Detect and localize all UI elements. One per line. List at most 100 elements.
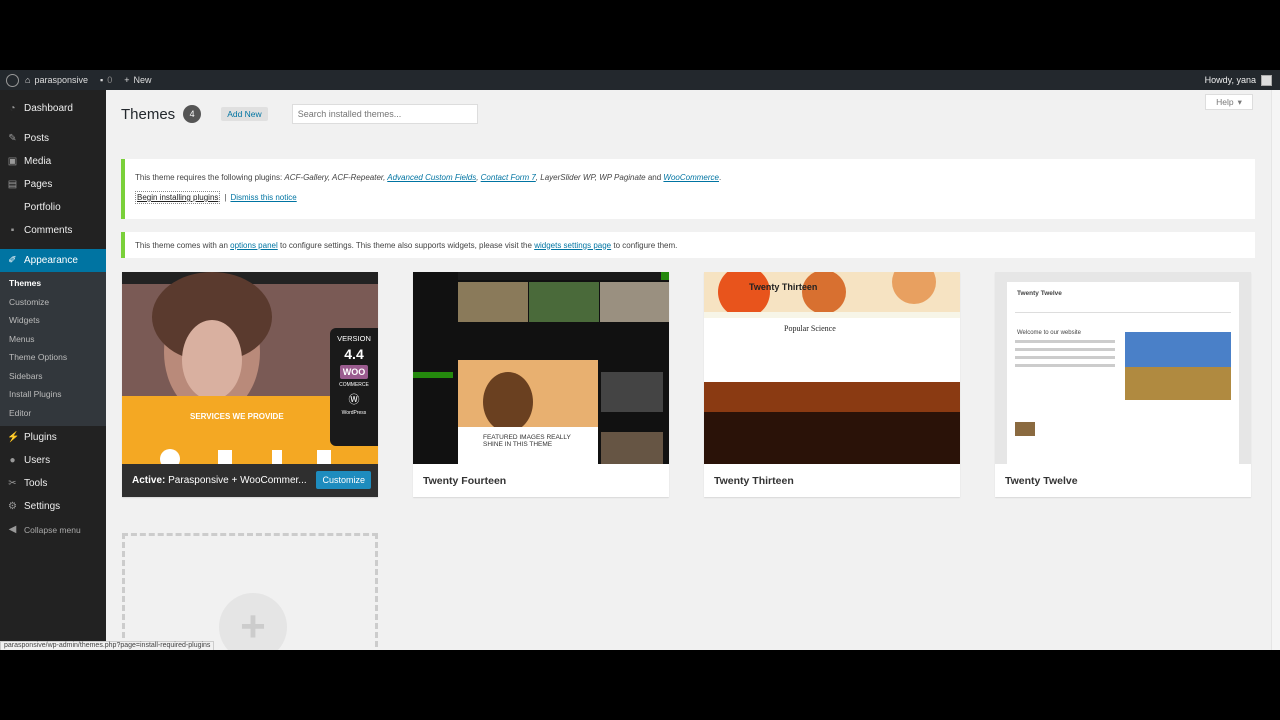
theme-name-bar: Active: Parasponsive + WooCommer... Cust… [122,464,378,497]
collapse-menu-button[interactable]: ◀ Collapse menu [0,518,106,541]
howdy-label: Howdy, yana [1204,75,1256,85]
site-name-link[interactable]: ⌂ parasponsive [19,70,94,90]
woocommerce-link[interactable]: WooCommerce [663,173,719,182]
theme-screenshot: SERVICES WE PROVIDE VERSION 4.4 WOO COMM… [122,272,378,464]
theme-name-bar: Twenty Thirteen [704,464,960,497]
widgets-settings-link[interactable]: widgets settings page [534,241,611,250]
wordpress-logo-icon[interactable] [6,73,19,87]
sidebar-item-comments[interactable]: ▪ Comments [0,219,106,242]
sidebar-item-label: Tools [24,478,48,489]
letterbox-bottom [0,650,1280,720]
add-new-theme-card[interactable]: + [122,533,378,650]
theme-card-twenty-fourteen[interactable]: FEATURED IMAGES REALLY SHINE IN THIS THE… [413,272,669,497]
preview-site-title: Twenty Twelve [1017,290,1062,297]
customize-button[interactable]: Customize [316,471,371,489]
action-separator: | [224,193,227,202]
page-title: Themes [121,105,176,123]
theme-name: Parasponsive + WooCommer... [168,475,307,486]
main-content: Help ▾ Themes 4 Add New This theme requi… [106,90,1271,650]
page-scrollbar[interactable] [1271,90,1280,650]
sidebar-item-settings[interactable]: ⚙ Settings [0,495,106,518]
notice-text-part: to configure settings. This theme also s… [277,240,535,250]
twenty-twelve-preview [995,272,1251,464]
sidebar-item-media[interactable]: ▣ Media [0,150,106,173]
dismiss-notice-link[interactable]: Dismiss this notice [230,193,296,202]
pin-icon: ✎ [8,133,17,144]
theme-name-bar: Twenty Fourteen [413,464,669,497]
theme-options-notice: This theme comes with an options panel t… [121,232,1255,258]
search-input[interactable] [291,104,478,124]
active-label: Active: [132,475,166,486]
new-label: New [133,75,152,85]
avatar [1261,74,1272,86]
sidebar-item-dashboard[interactable]: ◔ Dashboard [0,97,106,120]
theme-card-parasponsive[interactable]: SERVICES WE PROVIDE VERSION 4.4 WOO COMM… [122,272,378,497]
comments-link[interactable]: ▪ 0 [94,70,118,90]
status-bar-url: parasponsive/wp-admin/themes.php?page=in… [0,641,215,650]
preview-site-title: Twenty Thirteen [749,282,818,292]
sidebar-item-label: Posts [24,133,50,144]
sidebar-item-label: Dashboard [24,103,73,114]
submenu-item-sidebars[interactable]: Sidebars [0,368,106,387]
contact-form-7-link[interactable]: Contact Form 7 [481,173,536,182]
appearance-submenu: Themes Customize Widgets Menus Theme Opt… [0,272,106,426]
collapse-arrow-icon: ◀ [8,524,17,535]
theme-count-badge: 4 [183,105,202,123]
add-new-button[interactable]: Add New [221,107,268,121]
admin-sidebar: ◔ Dashboard ✎ Posts ▣ Media ▤ Pages Portfoli… [0,90,106,650]
theme-name-bar: Twenty Twelve [995,464,1251,497]
preview-welcome: Welcome to our website [1017,330,1081,336]
sidebar-item-portfolio[interactable]: Portfolio [0,196,106,219]
woo-commerce-label: COMMERCE [339,382,369,388]
theme-card-twenty-twelve[interactable]: Twenty Twelve Welcome to our website Twe… [995,272,1251,497]
notice-text-part: This theme comes with an [135,240,231,250]
submenu-item-theme-options[interactable]: Theme Options [0,349,106,368]
wordpress-icon: Ⓦ [348,394,360,406]
notice-text-part: ACF-Gallery, ACF-Repeater, [284,173,388,182]
submenu-item-widgets[interactable]: Widgets [0,312,106,331]
required-plugins-notice: This theme requires the following plugin… [121,159,1255,219]
sidebar-item-tools[interactable]: ✂ Tools [0,472,106,495]
theme-card-twenty-thirteen[interactable]: Twenty Thirteen Popular Science Twenty T… [704,272,960,497]
admin-bar: ⌂ parasponsive ▪ 0 + New Howdy, yana [0,70,1280,90]
sidebar-item-users[interactable]: ● Users [0,449,106,472]
media-icon: ▣ [7,156,18,167]
preview-headline: FEATURED IMAGES REALLY SHINE IN THIS THE… [483,434,571,448]
comments-count: 0 [107,75,113,85]
plus-icon: + [124,75,130,85]
notice-text-part: , LayerSlider WP, WP Paginate [535,173,646,182]
help-label: Help [1216,97,1234,107]
site-name-label: parasponsive [34,75,88,85]
submenu-item-editor[interactable]: Editor [0,405,106,424]
options-panel-link[interactable]: options panel [230,241,278,250]
sidebar-item-appearance[interactable]: ✐ Appearance [0,249,106,272]
begin-installing-plugins-link[interactable]: Begin installing plugins [135,191,221,204]
submenu-item-install-plugins[interactable]: Install Plugins [0,386,106,405]
sidebar-item-label: Portfolio [24,202,61,213]
submenu-item-themes[interactable]: Themes [0,275,106,294]
sidebar-item-pages[interactable]: ▤ Pages [0,173,106,196]
twenty-thirteen-preview [704,272,960,464]
sidebar-item-posts[interactable]: ✎ Posts [0,127,106,150]
advanced-custom-fields-link[interactable]: Advanced Custom Fields [387,173,476,182]
notice-text-part: . [719,173,722,182]
new-content-link[interactable]: + New [118,70,157,90]
submenu-item-customize[interactable]: Customize [0,294,106,313]
sidebar-item-plugins[interactable]: ⚡ Plugins [0,426,106,449]
pages-icon: ▤ [7,179,18,190]
my-account-link[interactable]: Howdy, yana [1204,74,1280,86]
theme-screenshot: Twenty Thirteen Popular Science [704,272,960,464]
version-label: VERSION [337,334,371,343]
sidebar-item-label: Users [24,455,51,466]
plus-icon: + [219,593,287,650]
brush-icon: ✐ [8,255,17,266]
sidebar-item-label: Settings [24,501,61,512]
home-icon: ⌂ [25,75,31,85]
sidebar-item-label: Media [24,156,52,167]
help-tab[interactable]: Help ▾ [1205,94,1253,110]
submenu-item-menus[interactable]: Menus [0,331,106,350]
notice-text: This theme requires the following plugin… [135,173,1245,182]
theme-screenshot: Twenty Twelve Welcome to our website [995,272,1251,464]
settings-icon: ⚙ [8,501,17,512]
sidebar-item-label: Plugins [24,432,57,443]
